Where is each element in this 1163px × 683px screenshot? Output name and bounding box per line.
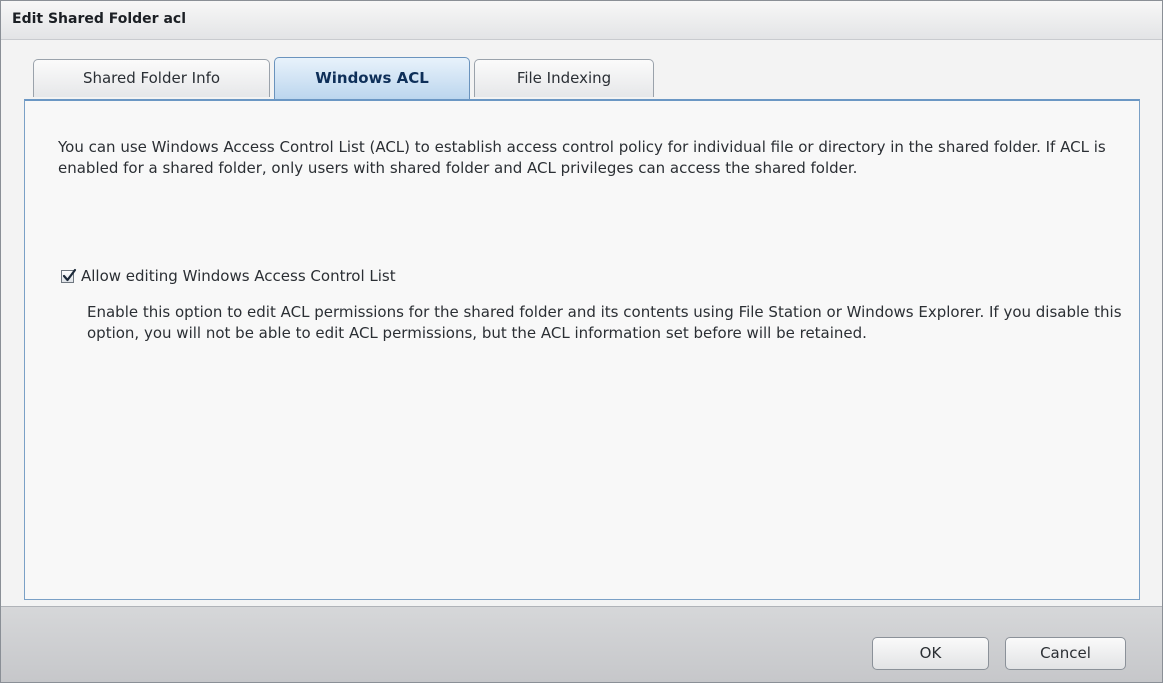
ok-button[interactable]: OK xyxy=(872,637,989,670)
acl-description: You can use Windows Access Control List … xyxy=(58,138,1106,177)
allow-edit-acl-checkbox[interactable] xyxy=(61,268,77,283)
tab-file-indexing[interactable]: File Indexing xyxy=(474,59,654,97)
allow-edit-acl-label[interactable]: Allow editing Windows Access Control Lis… xyxy=(81,267,396,285)
tab-strip: Shared Folder Info Windows ACL File Inde… xyxy=(1,57,1162,99)
tab-windows-acl[interactable]: Windows ACL xyxy=(274,57,470,99)
checkmark-icon xyxy=(62,268,77,281)
allow-edit-acl-option[interactable]: Allow editing Windows Access Control Lis… xyxy=(61,265,396,287)
edit-shared-folder-dialog: Edit Shared Folder acl Shared Folder Inf… xyxy=(0,0,1163,683)
dialog-title: Edit Shared Folder acl xyxy=(12,11,186,27)
cancel-button[interactable]: Cancel xyxy=(1005,637,1126,670)
dialog-titlebar[interactable]: Edit Shared Folder acl xyxy=(1,1,1162,40)
allow-edit-acl-description: Enable this option to edit ACL permissio… xyxy=(87,303,1122,342)
windows-acl-panel: You can use Windows Access Control List … xyxy=(24,99,1140,600)
dialog-footer: OK Cancel xyxy=(1,606,1162,682)
tab-shared-folder-info[interactable]: Shared Folder Info xyxy=(33,59,270,97)
